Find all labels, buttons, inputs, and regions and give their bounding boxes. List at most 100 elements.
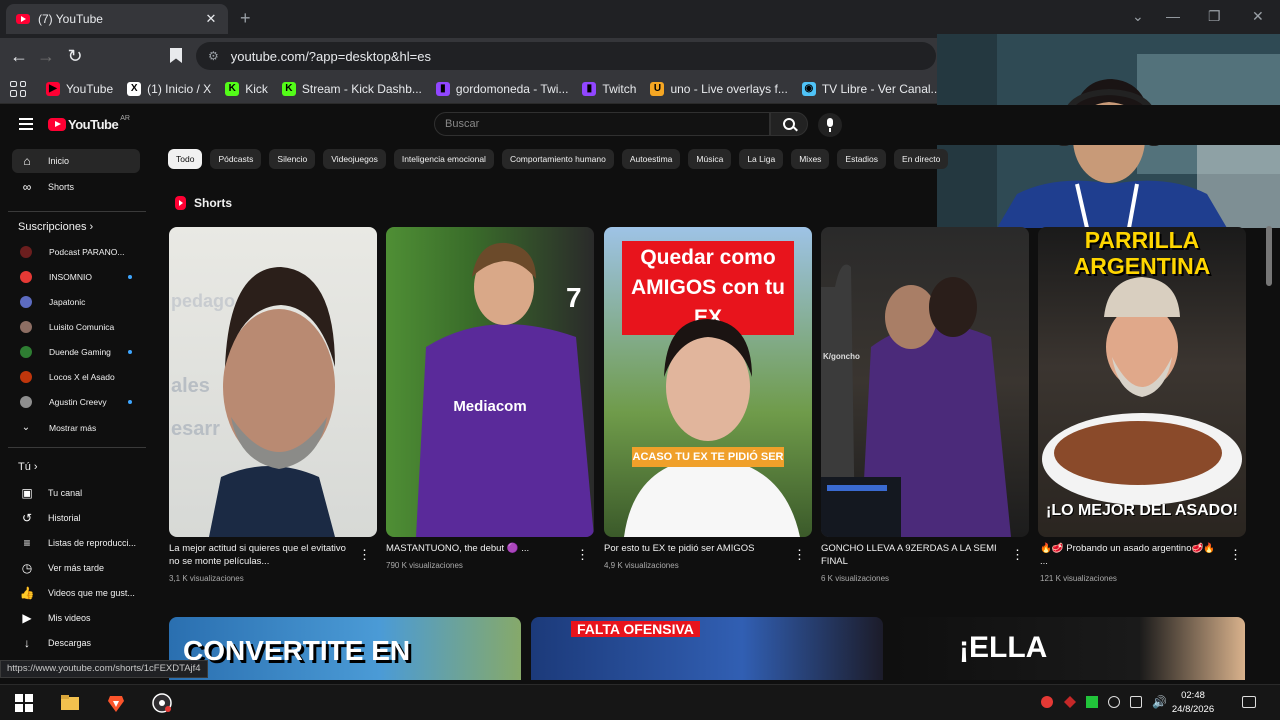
file-explorer-icon[interactable] [60,693,80,713]
video-thumbnail[interactable]: CONVERTITE EN [169,617,521,680]
short-title[interactable]: Por esto tu EX te pidió ser AMIGOS [604,542,784,555]
filter-chip[interactable]: En directo [894,149,949,169]
filter-chip[interactable]: Pódcasts [210,149,262,169]
forward-button[interactable]: → [34,44,58,68]
green-tray-icon[interactable] [1086,696,1098,708]
video-thumbnail[interactable]: FALTA OFENSIVA [531,617,883,680]
tab-close-icon[interactable]: ✕ [204,11,218,27]
subscription-item[interactable]: Luisito Comunica [20,316,132,338]
notifications-icon[interactable] [1242,696,1256,708]
tab-search-chevron-icon[interactable]: ⌄ [1132,8,1144,25]
subscription-item[interactable]: Duende Gaming [20,341,132,363]
site-settings-icon[interactable]: ⚙ [208,49,219,63]
microphone-icon[interactable] [818,113,842,137]
display-tray-icon[interactable] [1130,696,1142,708]
subscription-item[interactable]: Locos X el Asado [20,366,132,388]
more-options-icon[interactable]: ⋮ [358,548,371,562]
search-box[interactable] [434,112,770,136]
short-title[interactable]: GONCHO LLEVA A 9ZERDAS A LA SEMI FINAL [821,542,1001,568]
bookmark-item[interactable]: Uuno - Live overlays f... [650,81,788,96]
search-icon[interactable] [770,112,808,136]
short-title[interactable]: 🔥🥩 Probando un asado argentino🥩🔥 ... [1040,542,1220,568]
record-tray-icon[interactable] [1041,696,1053,708]
bookmark-label: Twitch [602,81,637,96]
filter-chip[interactable]: Música [688,149,732,169]
sidebar-icon: ↓ [24,636,30,650]
subscription-item[interactable]: Podcast PARANO... [20,241,132,263]
new-tab-button[interactable]: + [240,8,251,29]
app-tray-icon[interactable] [1064,696,1076,708]
sidebar-item-you[interactable]: ▶ Mis videos [12,606,140,630]
page-scrollbar[interactable] [1266,226,1272,286]
bookmark-item[interactable]: ◉ TV Libre - Ver Canal... [801,81,941,96]
bookmark-label: (1) Inicio / X [147,81,212,96]
back-button[interactable]: ← [7,44,31,68]
filter-chip[interactable]: Silencio [269,149,316,169]
search-input[interactable] [445,113,769,135]
bookmark-item[interactable]: K Kick [225,81,268,96]
sidebar-item-you[interactable]: ≡ Listas de reproducci... [12,531,140,555]
sidebar-item-inicio[interactable]: ⌂ Inicio [12,149,140,173]
bookmark-favicon-icon: ▮ [435,81,450,96]
filter-chip[interactable]: Videojuegos [323,149,386,169]
filter-chip[interactable]: Autoestima [621,149,681,169]
short-thumbnail[interactable]: PARRILLA ARGENTINA ¡LO MEJOR DEL ASADO! [1038,227,1246,537]
short-thumbnail[interactable]: pedago ales esarr [169,227,377,537]
menu-icon[interactable] [19,118,33,130]
maximize-button[interactable]: ❐ [1208,8,1221,25]
you-heading[interactable]: Tú › [18,461,38,473]
bookmark-item[interactable]: ▮ gordomoneda - Twi... [435,81,569,96]
more-options-icon[interactable]: ⋮ [1229,548,1242,562]
reload-button[interactable]: ↻ [63,44,87,68]
sidebar-item-shorts[interactable]: ∞ Shorts [12,175,140,199]
volume-icon[interactable]: 🔊 [1152,696,1167,708]
brave-browser-icon[interactable] [106,693,126,713]
minimize-button[interactable]: — [1166,8,1180,24]
apps-grid-icon[interactable] [10,80,26,97]
bookmark-item[interactable]: ▮ Twitch [582,81,637,96]
more-options-icon[interactable]: ⋮ [1011,548,1024,562]
sidebar-item-you[interactable]: ◷ Ver más tarde [12,556,140,580]
subscription-item[interactable]: Agustin Creevy [20,391,132,413]
network-tray-icon[interactable] [1108,696,1120,708]
close-window-button[interactable]: ✕ [1252,8,1264,25]
short-title[interactable]: La mejor actitud si quieres que el evita… [169,542,349,568]
windows-start-icon[interactable] [14,693,34,713]
subscriptions-heading[interactable]: Suscripciones › [18,221,93,233]
system-clock[interactable]: 02:48 24/8/2026 [1168,689,1218,717]
bookmark-item[interactable]: K Stream - Kick Dashb... [281,81,422,96]
bookmark-label: gordomoneda - Twi... [455,81,569,96]
filter-chip[interactable]: Inteligencia emocional [393,149,494,169]
bookmark-item[interactable]: ▶ YouTube [46,81,113,96]
show-more-button[interactable]: ⌄ Mostrar más [20,417,132,439]
short-thumbnail[interactable]: Quedar como AMIGOS con tu EX ACASO TU EX… [604,227,812,537]
subscription-item[interactable]: Japatonic [20,291,132,313]
address-bar[interactable]: ⚙ youtube.com/?app=desktop&hl=es [196,42,936,70]
filter-chip[interactable]: La Liga [739,149,784,169]
bookmark-item[interactable]: X (1) Inicio / X [127,81,212,96]
more-options-icon[interactable]: ⋮ [576,548,589,562]
short-thumbnail[interactable]: Mediacom 7 [386,227,594,537]
short-title[interactable]: MASTANTUONO, the debut 🟣 ... [386,542,566,555]
video-overlay-text: FALTA OFENSIVA [571,621,700,637]
sidebar-item-you[interactable]: 👍 Videos que me gust... [12,581,140,605]
tab-youtube[interactable]: (7) YouTube ✕ [6,4,228,34]
short-thumbnail[interactable]: K/goncho [821,227,1029,537]
subscription-item[interactable]: INSOMNIO [20,266,132,288]
sidebar-divider [8,447,146,448]
video-thumbnail[interactable]: ¡ELLA [893,617,1245,680]
youtube-logo[interactable]: YouTube AR [48,115,130,132]
filter-chip[interactable]: Mixes [791,149,830,169]
more-options-icon[interactable]: ⋮ [793,548,806,562]
sidebar-item-you[interactable]: ▣ Tu canal [12,481,140,505]
obs-studio-icon[interactable] [152,693,172,713]
address-url[interactable]: youtube.com/?app=desktop&hl=es [231,49,431,64]
sidebar-item-you[interactable]: ↺ Historial [12,506,140,530]
channel-avatar [20,246,32,258]
sidebar-item-label: Historial [48,513,81,523]
filter-chip[interactable]: Estadios [837,149,887,169]
filter-chip[interactable]: Comportamiento humano [501,149,614,169]
clock-time: 02:48 [1181,690,1205,701]
filter-chip[interactable]: Todo [168,149,203,169]
sidebar-item-you[interactable]: ↓ Descargas [12,631,140,655]
